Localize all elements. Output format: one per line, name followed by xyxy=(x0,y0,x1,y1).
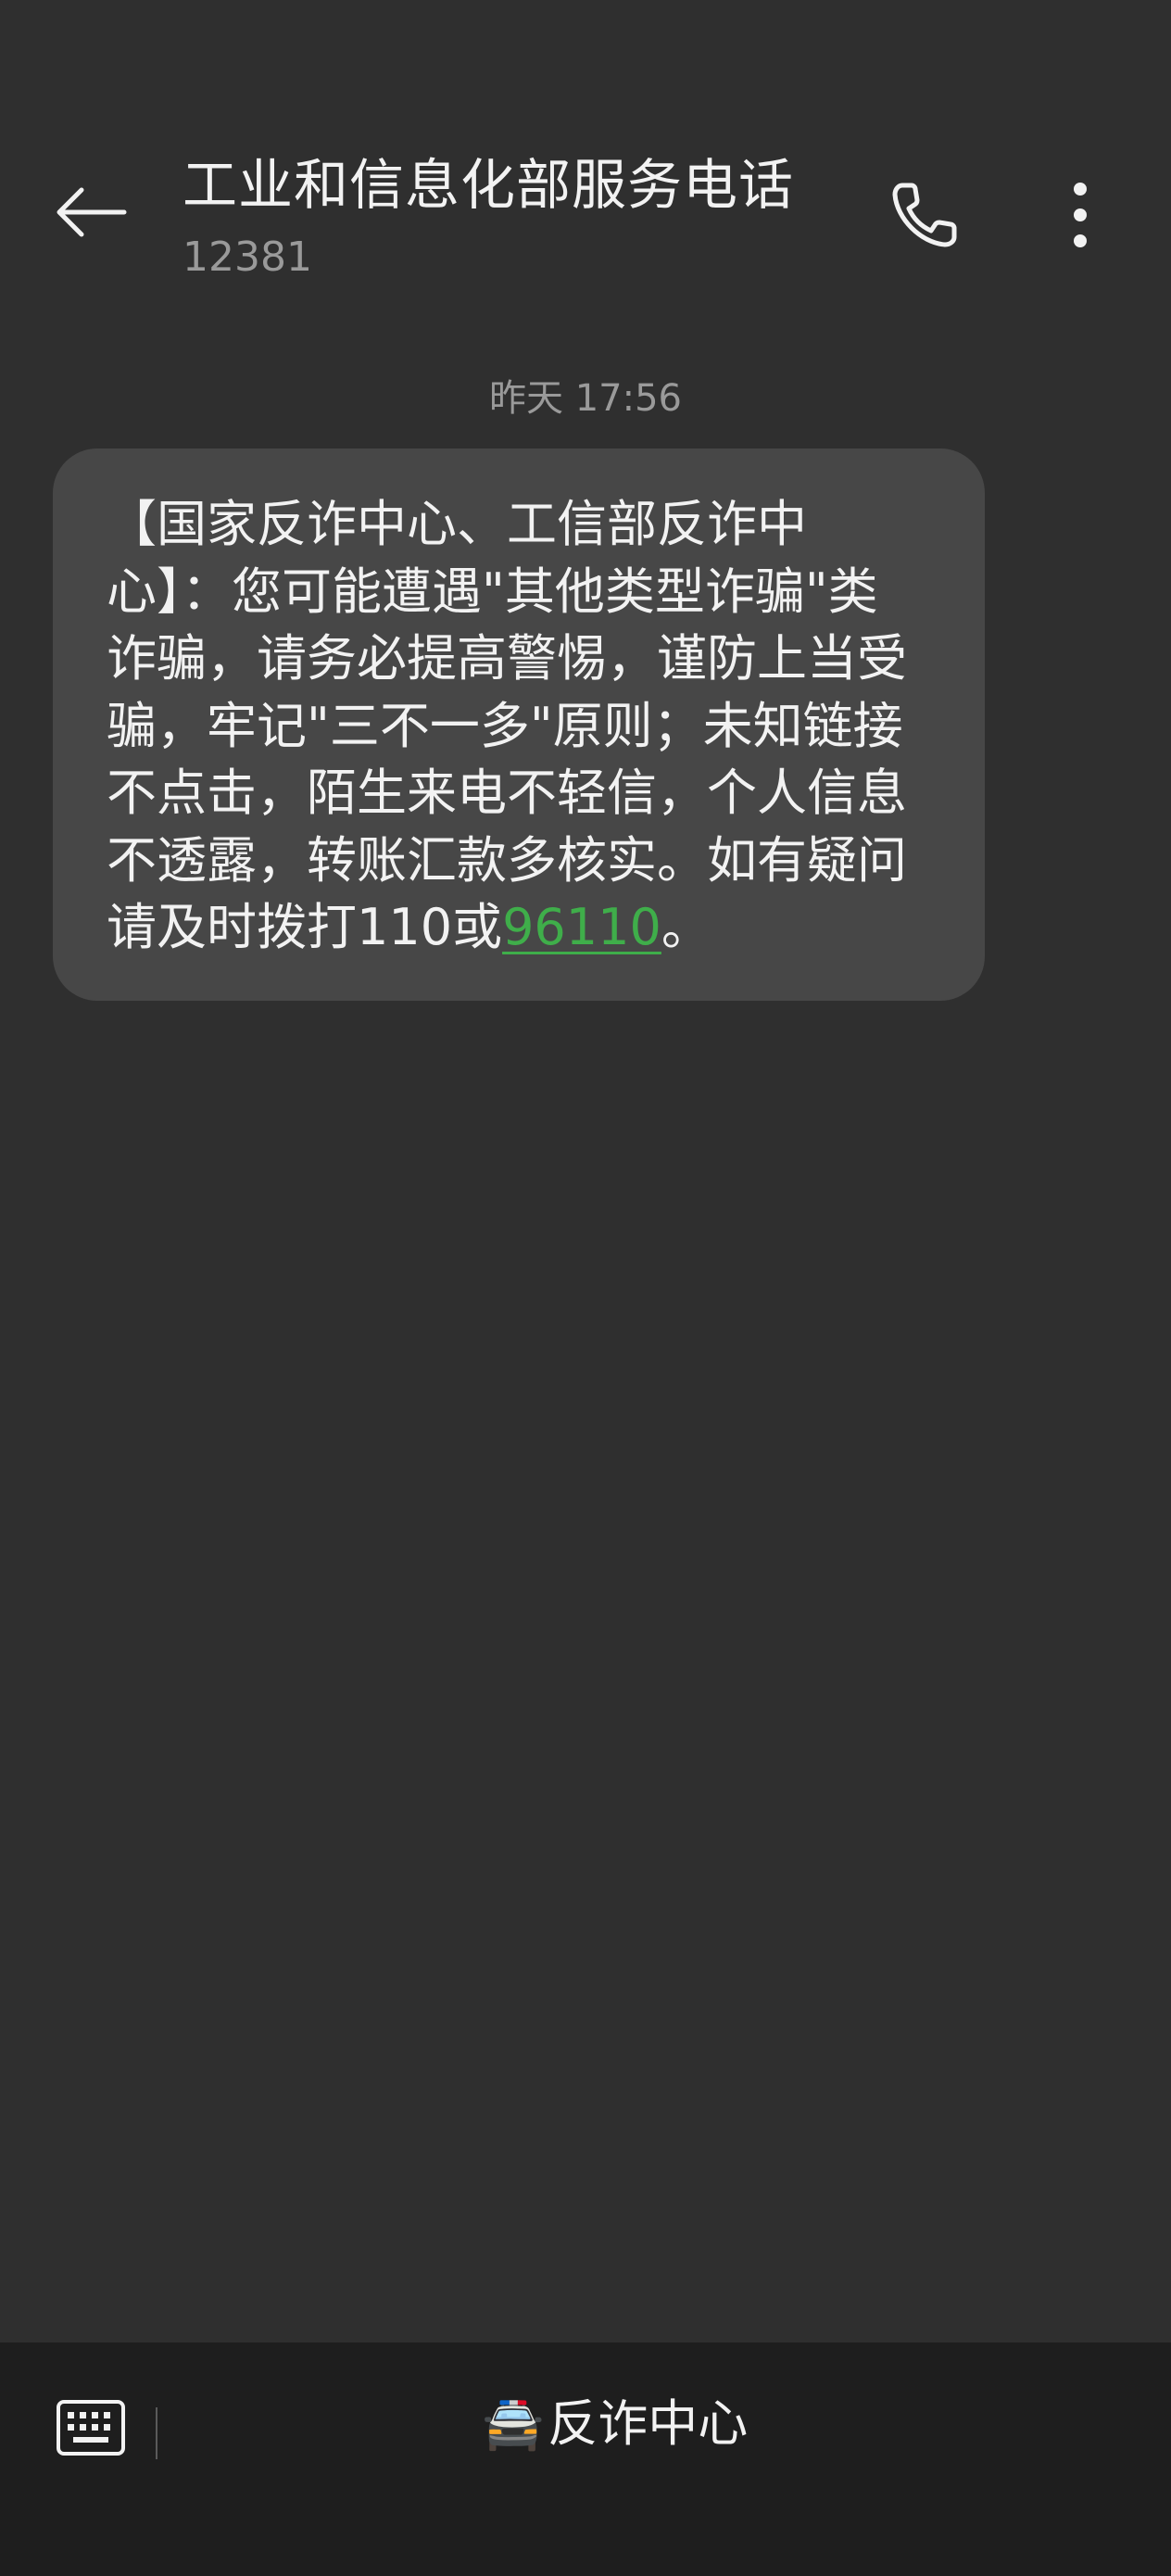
message-bubble[interactable]: 【国家反诈中心、工信部反诈中 心】：您可能遭遇"其他类型诈骗"类 诈骗，请务必提… xyxy=(53,448,985,1001)
more-vertical-icon xyxy=(1071,183,1089,251)
message-line: 【国家反诈中心、工信部反诈中 xyxy=(107,495,807,553)
contact-name: 工业和信息化部服务电话 xyxy=(183,153,795,217)
sms-conversation-screen: 工业和信息化部服务电话 12381 昨天 17:56 【国家反诈中心、工信部反诈… xyxy=(0,0,1171,2576)
anti-fraud-center-menu[interactable]: 🚔 反诈中心 xyxy=(482,2378,748,2470)
bottom-bar-divider xyxy=(156,2407,157,2459)
keyboard-icon xyxy=(56,2399,126,2460)
message-line: 诈骗，请务必提高警惕，谨防上当受 xyxy=(107,629,907,688)
back-button[interactable] xyxy=(44,172,137,256)
message-line-suffix: 。 xyxy=(661,898,711,956)
call-button[interactable] xyxy=(878,170,971,263)
bottom-menu-bar: 🚔 反诈中心 xyxy=(0,2342,1171,2576)
more-options-button[interactable] xyxy=(1034,170,1127,263)
message-line-prefix: 请及时拨打110或 xyxy=(107,898,503,956)
police-car-icon: 🚔 xyxy=(482,2394,545,2453)
message-line: 不透露，转账汇款多核实。如有疑问 xyxy=(107,830,907,890)
anti-fraud-center-label: 反诈中心 xyxy=(548,2394,749,2453)
message-text: 【国家反诈中心、工信部反诈中 心】：您可能遭遇"其他类型诈骗"类 诈骗，请务必提… xyxy=(107,491,948,962)
message-timestamp: 昨天 17:56 xyxy=(489,377,682,420)
arrow-left-icon xyxy=(54,184,128,244)
keyboard-toggle-button[interactable] xyxy=(46,2393,135,2467)
contact-number: 12381 xyxy=(183,234,312,281)
message-line-last: 请及时拨打110或96110。 xyxy=(107,894,948,962)
message-line: 不点击，陌生来电不轻信，个人信息 xyxy=(107,764,907,822)
phone-number-link[interactable]: 96110 xyxy=(502,898,661,956)
message-line: 骗，牢记"三不一多"原则；未知链接 xyxy=(107,696,903,755)
phone-icon xyxy=(888,178,962,256)
message-line: 心】：您可能遭遇"其他类型诈骗"类 xyxy=(107,562,878,621)
